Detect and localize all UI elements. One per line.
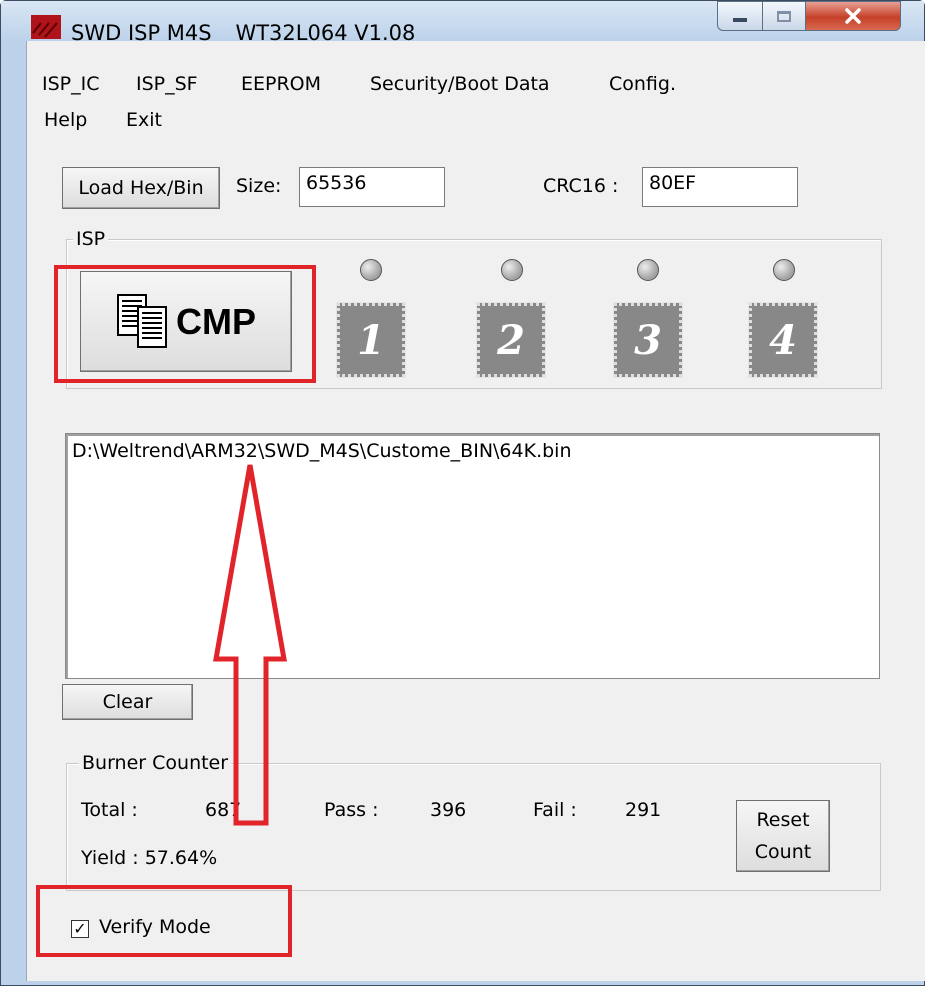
- socket-4-label: 4: [769, 316, 797, 364]
- title-bar[interactable]: SWD ISP M4S _ WT32L064 V1.08: [1, 1, 924, 45]
- fail-value: 291: [625, 799, 662, 821]
- reset-count-line1: Reset: [756, 809, 810, 831]
- menu-isp-ic[interactable]: ISP_IC: [42, 73, 100, 95]
- socket-1[interactable]: 1: [336, 302, 406, 378]
- red-arrow-annotation: [213, 464, 287, 826]
- menu-exit[interactable]: Exit: [126, 109, 162, 131]
- crc16-field[interactable]: 80EF: [642, 167, 798, 207]
- menu-isp-sf[interactable]: ISP_SF: [136, 73, 198, 95]
- fail-label: Fail :: [533, 799, 577, 821]
- close-button[interactable]: [805, 1, 901, 31]
- status-led-1: [360, 259, 382, 281]
- highlight-box-verify-mode: [36, 885, 292, 957]
- crc16-label: CRC16 :: [543, 175, 619, 197]
- client-area: ISP_IC ISP_SF EEPROM Security/Boot Data …: [26, 41, 925, 981]
- pass-value: 396: [430, 799, 467, 821]
- socket-3[interactable]: 3: [613, 302, 683, 378]
- pass-label: Pass :: [324, 799, 379, 821]
- status-led-3: [637, 259, 659, 281]
- menu-config[interactable]: Config.: [609, 73, 676, 95]
- load-hex-bin-button[interactable]: Load Hex/Bin: [62, 167, 220, 209]
- log-file-path: D:\Weltrend\ARM32\SWD_M4S\Custome_BIN\64…: [72, 440, 572, 462]
- reset-count-button[interactable]: Reset Count: [736, 800, 830, 872]
- socket-1-label: 1: [357, 316, 385, 364]
- menu-security-boot-data[interactable]: Security/Boot Data: [370, 73, 550, 95]
- socket-4[interactable]: 4: [748, 302, 818, 378]
- menu-eeprom[interactable]: EEPROM: [241, 73, 321, 95]
- isp-group-title: ISP: [73, 228, 109, 250]
- minimize-button[interactable]: [717, 1, 763, 31]
- highlight-box-cmp: [54, 265, 316, 383]
- minimize-icon: [733, 18, 747, 22]
- size-label: Size:: [236, 175, 282, 197]
- socket-2[interactable]: 2: [476, 302, 546, 378]
- clear-button[interactable]: Clear: [62, 684, 193, 720]
- size-field[interactable]: 65536: [299, 167, 445, 207]
- status-led-2: [501, 259, 523, 281]
- total-label: Total :: [81, 799, 138, 821]
- socket-3-label: 3: [634, 316, 662, 364]
- log-output[interactable]: D:\Weltrend\ARM32\SWD_M4S\Custome_BIN\64…: [65, 433, 880, 679]
- status-led-4: [773, 259, 795, 281]
- app-logo-icon: [31, 15, 61, 39]
- maximize-button[interactable]: [762, 1, 806, 31]
- yield-text: Yield : 57.64%: [81, 847, 218, 869]
- close-icon: [845, 8, 861, 24]
- menu-help[interactable]: Help: [44, 109, 87, 131]
- app-window: SWD ISP M4S _ WT32L064 V1.08 ISP_IC ISP_…: [0, 0, 925, 986]
- socket-2-label: 2: [497, 316, 525, 364]
- reset-count-line2: Count: [754, 841, 812, 863]
- maximize-icon: [777, 10, 791, 22]
